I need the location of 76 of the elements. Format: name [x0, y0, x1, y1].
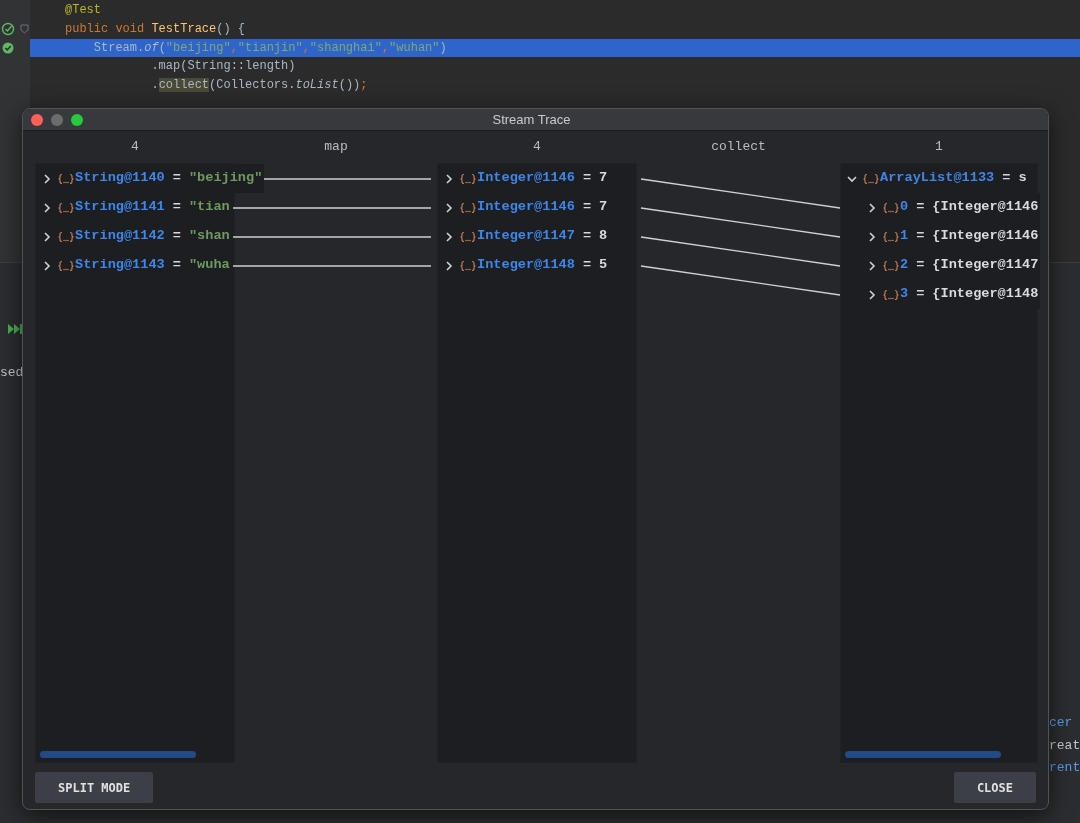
object-icon: [57, 201, 75, 214]
variable-value: {Integer@1147: [932, 256, 1039, 275]
item-count: 1: [934, 138, 944, 156]
variable-name: String@1141: [75, 198, 165, 217]
variable-name: String@1140: [75, 169, 165, 188]
text-fragment: sed: [0, 363, 22, 382]
equals-sign: =: [172, 169, 181, 188]
variable-name: String@1142: [75, 227, 165, 246]
variable-name: 0: [900, 198, 909, 217]
equals-sign: =: [916, 227, 925, 246]
equals-sign: =: [582, 227, 592, 246]
variable-value: 5: [599, 256, 608, 275]
object-icon: [882, 201, 900, 214]
object-icon: [57, 230, 75, 243]
text-fragment: rent: [1049, 759, 1080, 777]
object-icon: [459, 172, 477, 185]
code-line: @Test: [64, 2, 102, 19]
variable-value: {Integer@1148: [932, 285, 1039, 304]
object-icon: [459, 201, 477, 214]
variable-value: 7: [599, 169, 608, 188]
object-icon: [882, 230, 900, 243]
equals-sign: =: [582, 198, 592, 217]
variable-value: "shan: [188, 227, 230, 246]
operation-label: collect: [710, 138, 767, 156]
code-line: .map(String::length): [150, 58, 297, 76]
passed-check-icon[interactable]: [1, 41, 15, 55]
variable-name: Integer@1146: [477, 169, 575, 188]
variable-name: Integer@1147: [477, 227, 575, 246]
variable-name: 1: [900, 227, 909, 246]
scrollbar-thumb[interactable]: [845, 751, 1001, 758]
object-icon: [862, 172, 880, 185]
equals-sign: =: [172, 256, 181, 275]
equals-sign: =: [172, 227, 181, 246]
item-count: 4: [532, 138, 542, 156]
object-icon: [57, 259, 75, 272]
equals-sign: =: [582, 169, 592, 188]
close-dot[interactable]: [31, 113, 43, 126]
text-fragment: cer: [1049, 714, 1074, 732]
fast-forward-icon[interactable]: [8, 323, 22, 334]
code-line: .collect(Collectors.toList());: [150, 77, 369, 95]
code-line: public void TestTrace() {: [64, 20, 247, 38]
variable-value: "tian: [188, 198, 230, 217]
scrollbar-thumb[interactable]: [40, 751, 196, 758]
variable-value: "beijing": [188, 169, 263, 188]
text-fragment: reat: [1049, 736, 1080, 755]
object-icon: [57, 172, 75, 185]
split-mode-button[interactable]: SPLIT MODE: [35, 772, 154, 803]
variable-value: {Integer@1146: [932, 227, 1039, 246]
window-title: Stream Trace: [492, 110, 571, 129]
variable-value: {Integer@1146: [932, 198, 1039, 217]
variable-value: 8: [599, 227, 608, 246]
variable-name: Integer@1148: [477, 256, 575, 275]
equals-sign: =: [582, 256, 592, 275]
equals-sign: =: [916, 285, 925, 304]
minimize-dot[interactable]: [51, 113, 63, 126]
object-icon: [882, 259, 900, 272]
run-test-icon[interactable]: [1, 22, 15, 37]
equals-sign: =: [1002, 169, 1011, 188]
variable-value: s: [1018, 169, 1027, 188]
variable-name: String@1143: [75, 256, 165, 275]
item-count: 4: [130, 138, 140, 156]
equals-sign: =: [916, 198, 925, 217]
zoom-dot[interactable]: [71, 113, 83, 126]
object-icon: [459, 230, 477, 243]
variable-name: 2: [900, 256, 909, 275]
variable-value: "wuha: [188, 256, 230, 275]
object-icon: [459, 259, 477, 272]
variable-name: ArrayList@1133: [880, 169, 995, 188]
object-icon: [882, 288, 900, 301]
variable-name: Integer@1146: [477, 198, 575, 217]
operation-label: map: [323, 138, 349, 156]
variable-name: 3: [900, 285, 909, 304]
equals-sign: =: [172, 198, 181, 217]
variable-value: 7: [599, 198, 608, 217]
equals-sign: =: [916, 256, 925, 275]
close-button[interactable]: CLOSE: [953, 772, 1036, 803]
